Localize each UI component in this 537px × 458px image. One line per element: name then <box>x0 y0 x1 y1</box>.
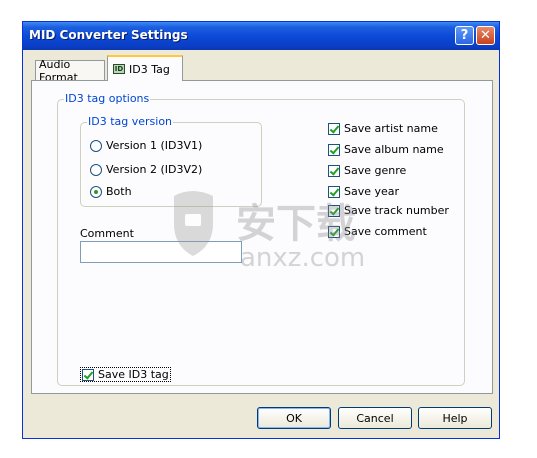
checkbox-save-artist-label: Save artist name <box>344 122 438 135</box>
title-bar[interactable]: MID Converter Settings ? ✕ <box>23 22 499 50</box>
checkbox-save-artist[interactable]: Save artist name <box>328 122 438 135</box>
title-help-button[interactable]: ? <box>455 26 474 45</box>
tab-id3-tag[interactable]: ID ID3 Tag <box>107 55 183 81</box>
checkbox-save-year[interactable]: Save year <box>328 185 399 198</box>
tab-audio-format[interactable]: Audio Format <box>35 58 105 84</box>
radio-both[interactable]: Both <box>90 185 132 198</box>
checkbox[interactable] <box>328 225 340 238</box>
radio-version-2-label: Version 2 (ID3V2) <box>106 163 203 176</box>
ok-button-label: OK <box>286 411 302 425</box>
checkbox[interactable] <box>82 368 94 381</box>
checkbox-save-track[interactable]: Save track number <box>328 204 449 217</box>
radio-both-label: Both <box>106 185 132 198</box>
checkbox-save-comment[interactable]: Save comment <box>328 225 427 238</box>
help-button[interactable]: Help <box>418 407 492 429</box>
tab-panel-id3: ID3 tag options ID3 tag version Version … <box>31 80 493 394</box>
checkbox-save-year-label: Save year <box>344 185 400 198</box>
cancel-button[interactable]: Cancel <box>338 407 412 429</box>
radio-version-1-label: Version 1 (ID3V1) <box>106 139 203 152</box>
checkbox[interactable] <box>328 164 340 177</box>
id3-version-legend: ID3 tag version <box>87 115 174 128</box>
window-title: MID Converter Settings <box>29 28 188 42</box>
tab-id3-tag-label: ID3 Tag <box>129 62 170 76</box>
cancel-button-label: Cancel <box>356 411 394 425</box>
id3-tag-icon: ID <box>113 64 125 74</box>
checkbox-save-album-label: Save album name <box>344 143 444 156</box>
checkbox-save-genre[interactable]: Save genre <box>328 164 406 177</box>
checkbox-save-id3[interactable]: Save ID3 tag <box>80 367 171 382</box>
ok-button[interactable]: OK <box>257 407 331 429</box>
question-icon: ? <box>460 28 469 43</box>
radio-version-2[interactable]: Version 2 (ID3V2) <box>90 163 202 176</box>
checkbox-save-id3-label: Save ID3 tag <box>98 368 169 381</box>
radio-button[interactable] <box>90 139 102 152</box>
settings-dialog: MID Converter Settings ? ✕ Audio Format … <box>22 21 500 439</box>
close-button[interactable]: ✕ <box>476 26 495 45</box>
checkbox-save-comment-label: Save comment <box>344 225 427 238</box>
comment-input[interactable] <box>80 241 242 263</box>
checkbox[interactable] <box>328 185 340 198</box>
checkbox-save-album[interactable]: Save album name <box>328 143 444 156</box>
radio-button[interactable] <box>90 163 102 176</box>
checkbox[interactable] <box>328 143 340 156</box>
comment-label: Comment <box>80 227 134 240</box>
radio-version-1[interactable]: Version 1 (ID3V1) <box>90 139 202 152</box>
id3-version-group: ID3 tag version Version 1 (ID3V1) Versio… <box>80 115 262 207</box>
checkbox-save-genre-label: Save genre <box>344 164 407 177</box>
id3-options-legend: ID3 tag options <box>64 92 151 105</box>
checkbox[interactable] <box>328 204 340 217</box>
checkbox[interactable] <box>328 122 340 135</box>
close-icon: ✕ <box>480 28 491 43</box>
radio-button[interactable] <box>90 185 102 198</box>
id3-options-group: ID3 tag options ID3 tag version Version … <box>57 92 465 386</box>
checkbox-save-track-label: Save track number <box>344 204 449 217</box>
help-button-label: Help <box>442 411 468 425</box>
